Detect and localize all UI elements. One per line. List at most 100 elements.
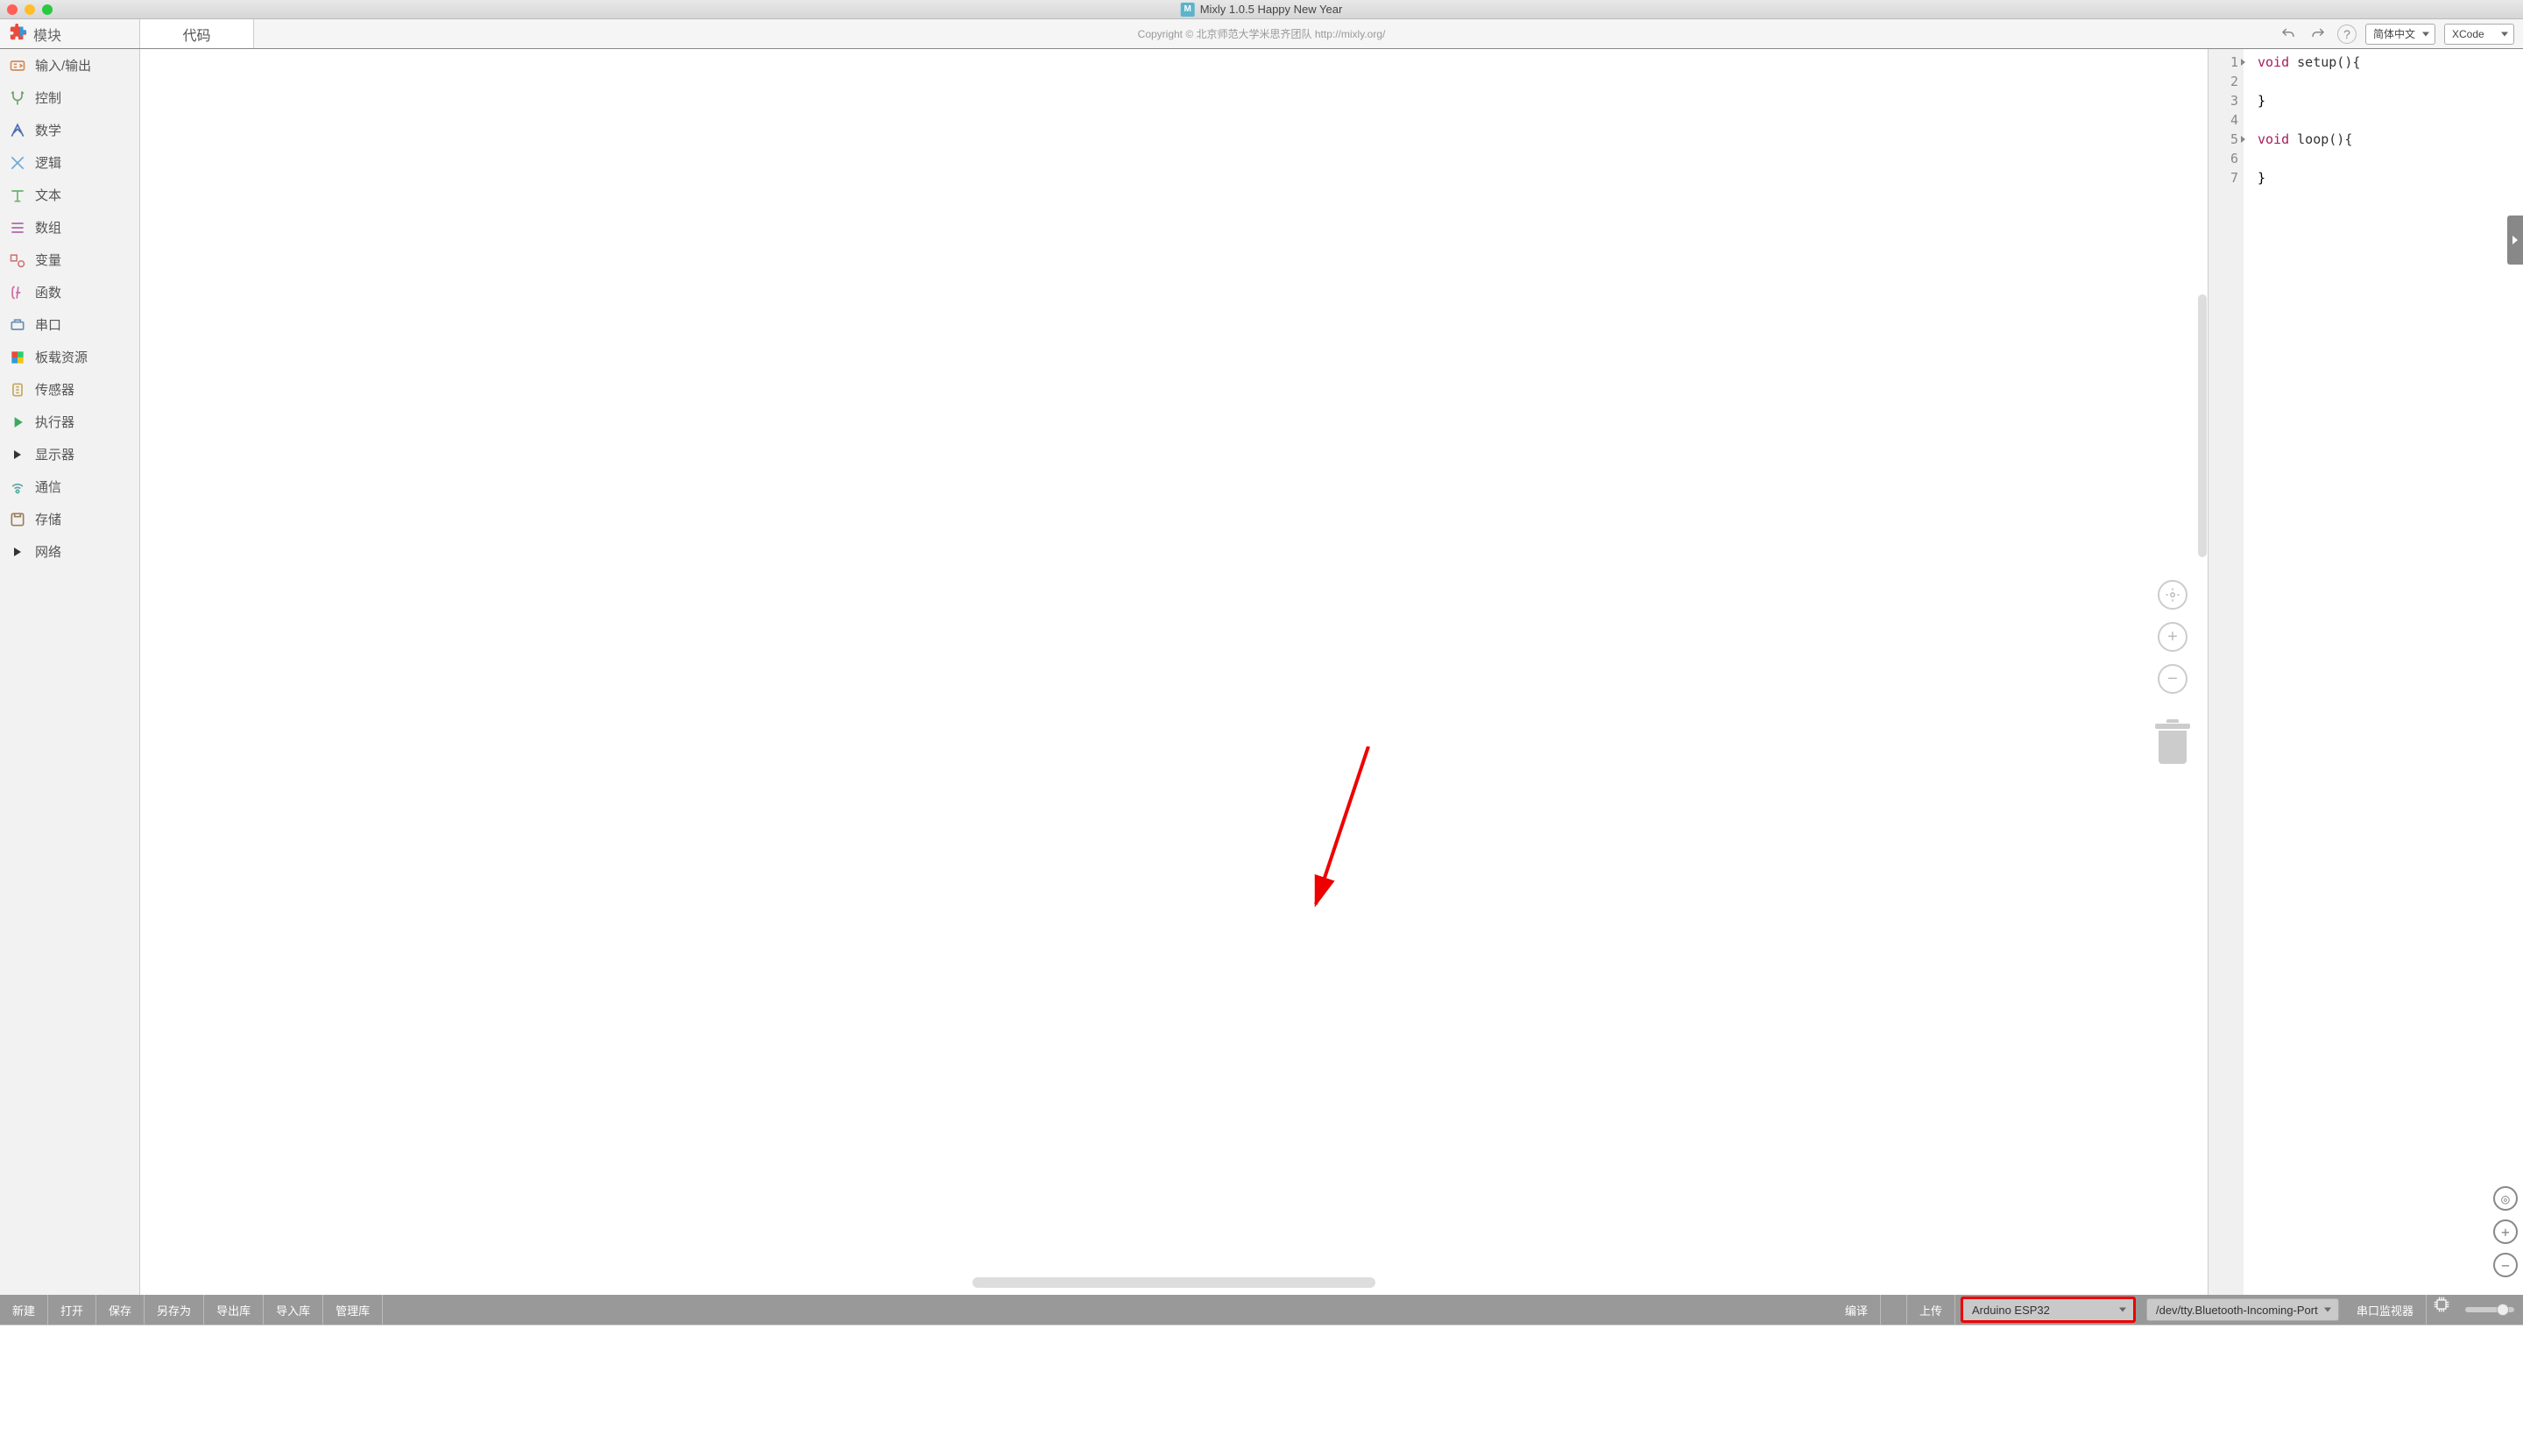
zoom-slider-thumb[interactable] [2497, 1304, 2509, 1316]
redo-button[interactable] [2307, 24, 2329, 45]
saveas-button[interactable]: 另存为 [145, 1295, 204, 1325]
sidebar-item-label: 通信 [35, 477, 61, 496]
copyright-text: Copyright © 北京师范大学米思齐团队 http://mixly.org… [254, 19, 2269, 48]
control-icon [9, 89, 26, 107]
category-sidebar: 输入/输出 控制 数学 逻辑 文本 数组 变量 函数 串口 板载资源 传感器 执… [0, 49, 140, 1295]
board-select[interactable]: Arduino ESP32 [1961, 1297, 2136, 1323]
line-number: 2 [2209, 72, 2238, 91]
close-window-button[interactable] [7, 4, 18, 15]
undo-button[interactable] [2278, 24, 2299, 45]
annotation-arrow [1298, 746, 1403, 922]
save-button[interactable]: 保存 [96, 1295, 145, 1325]
console-panel [0, 1325, 2523, 1456]
code-panel: 1 2 3 4 5 6 7 void setup(){ } void loop(… [2208, 49, 2523, 1295]
sidebar-item-actuator[interactable]: 执行器 [0, 406, 139, 438]
serial-monitor-button[interactable]: 串口监视器 [2344, 1295, 2427, 1325]
workspace-h-scrollbar[interactable] [972, 1277, 1375, 1288]
sidebar-item-function[interactable]: 函数 [0, 276, 139, 308]
sidebar-item-math[interactable]: 数学 [0, 114, 139, 146]
sidebar-item-control[interactable]: 控制 [0, 81, 139, 114]
sidebar-item-label: 串口 [35, 315, 61, 334]
main-content: 输入/输出 控制 数学 逻辑 文本 数组 变量 函数 串口 板载资源 传感器 执… [0, 49, 2523, 1295]
center-button[interactable] [2158, 580, 2187, 610]
sidebar-item-comm[interactable]: 通信 [0, 470, 139, 503]
sidebar-item-serial[interactable]: 串口 [0, 308, 139, 341]
workspace-v-scrollbar[interactable] [2198, 294, 2207, 557]
sidebar-item-display[interactable]: 显示器 [0, 438, 139, 470]
sidebar-item-logic[interactable]: 逻辑 [0, 146, 139, 179]
open-button[interactable]: 打开 [48, 1295, 96, 1325]
module-header-label: 模块 [33, 24, 61, 45]
trash-lid-icon [2155, 724, 2190, 729]
theme-select[interactable]: XCode [2444, 24, 2514, 45]
minimize-window-button[interactable] [25, 4, 35, 15]
expand-icon [9, 446, 26, 463]
chip-icon[interactable] [2432, 1295, 2451, 1314]
new-button[interactable]: 新建 [0, 1295, 48, 1325]
line-number: 1 [2209, 53, 2238, 72]
code-tab[interactable]: 代码 [140, 19, 254, 48]
sidebar-item-label: 输入/输出 [35, 56, 91, 74]
serial-icon [9, 316, 26, 334]
trash-body-icon [2159, 731, 2187, 764]
code-line: void setup(){ [2258, 53, 2516, 72]
code-zoom-in-button[interactable]: + [2493, 1219, 2518, 1244]
sidebar-item-sensor[interactable]: 传感器 [0, 373, 139, 406]
puzzle-icon [9, 22, 28, 46]
sidebar-item-label: 函数 [35, 283, 61, 301]
code-body[interactable]: void setup(){ } void loop(){ } [2244, 49, 2523, 1295]
comm-icon [9, 478, 26, 496]
sidebar-item-label: 存储 [35, 510, 61, 528]
sidebar-item-text[interactable]: 文本 [0, 179, 139, 211]
sidebar-item-label: 传感器 [35, 380, 74, 399]
sidebar-item-array[interactable]: 数组 [0, 211, 139, 244]
module-header: 模块 [0, 19, 140, 48]
code-gutter: 1 2 3 4 5 6 7 [2209, 49, 2244, 1295]
code-line [2258, 149, 2516, 168]
sidebar-item-label: 板载资源 [35, 348, 88, 366]
sidebar-item-io[interactable]: 输入/输出 [0, 49, 139, 81]
sidebar-item-network[interactable]: 网络 [0, 535, 139, 568]
zoom-in-button[interactable]: + [2158, 622, 2187, 652]
theme-select-value: XCode [2452, 28, 2484, 40]
top-header: 模块 代码 Copyright © 北京师范大学米思齐团队 http://mix… [0, 19, 2523, 49]
code-panel-collapse-button[interactable] [2507, 216, 2523, 265]
sidebar-item-label: 变量 [35, 251, 61, 269]
sidebar-item-variable[interactable]: 变量 [0, 244, 139, 276]
sidebar-item-label: 数学 [35, 121, 61, 139]
line-number: 5 [2209, 130, 2238, 149]
code-line [2258, 72, 2516, 91]
managelib-button[interactable]: 管理库 [323, 1295, 383, 1325]
code-line: void loop(){ [2258, 130, 2516, 149]
text-icon [9, 187, 26, 204]
traffic-lights [7, 4, 53, 15]
code-zoom-out-button[interactable]: − [2493, 1253, 2518, 1277]
zoom-slider[interactable] [2465, 1307, 2514, 1312]
code-line: } [2258, 91, 2516, 110]
line-number: 7 [2209, 168, 2238, 187]
maximize-window-button[interactable] [42, 4, 53, 15]
zoom-out-button[interactable]: − [2158, 664, 2187, 694]
io-icon [9, 57, 26, 74]
compile-button[interactable]: 编译 [1833, 1295, 1881, 1325]
titlebar: M Mixly 1.0.5 Happy New Year [0, 0, 2523, 19]
language-select-value: 简体中文 [2373, 26, 2415, 41]
window-title-text: Mixly 1.0.5 Happy New Year [1200, 3, 1343, 16]
actuator-icon [9, 413, 26, 431]
port-select[interactable]: /dev/tty.Bluetooth-Incoming-Port [2146, 1298, 2339, 1321]
language-select[interactable]: 简体中文 [2365, 24, 2435, 45]
trash-button[interactable] [2155, 724, 2190, 764]
onboard-icon [9, 349, 26, 366]
sensor-icon [9, 381, 26, 399]
sidebar-item-label: 网络 [35, 542, 61, 561]
code-center-button[interactable]: ◎ [2493, 1186, 2518, 1211]
bottom-toolbar: 新建 打开 保存 另存为 导出库 导入库 管理库 编译 上传 Arduino E… [0, 1295, 2523, 1325]
upload-button[interactable]: 上传 [1907, 1295, 1955, 1325]
sidebar-item-onboard[interactable]: 板载资源 [0, 341, 139, 373]
help-button[interactable]: ? [2337, 25, 2357, 44]
importlib-button[interactable]: 导入库 [264, 1295, 323, 1325]
blockly-workspace[interactable]: + − [140, 49, 2208, 1295]
exportlib-button[interactable]: 导出库 [204, 1295, 264, 1325]
sidebar-item-storage[interactable]: 存储 [0, 503, 139, 535]
sidebar-item-label: 文本 [35, 186, 61, 204]
